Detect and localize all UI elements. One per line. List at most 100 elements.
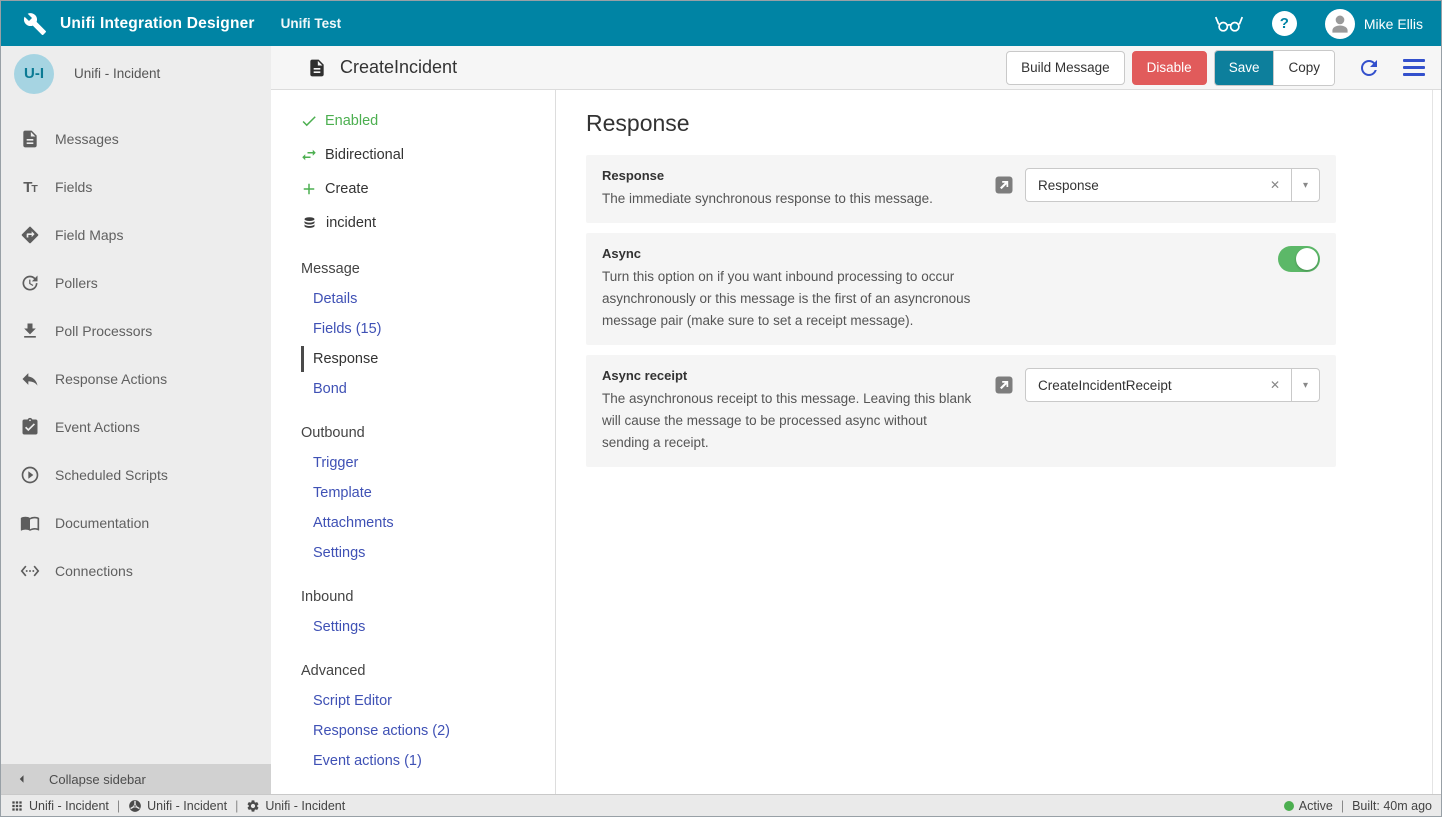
refresh-button[interactable] xyxy=(1357,56,1381,80)
save-button[interactable]: Save xyxy=(1215,51,1274,85)
wheel-icon xyxy=(128,799,142,813)
ethernet-icon xyxy=(20,561,40,581)
nav-link-trigger[interactable]: Trigger xyxy=(271,448,555,478)
glasses-icon[interactable] xyxy=(1214,15,1244,33)
page-title: Response xyxy=(586,110,1441,137)
nav-link-outbound-settings[interactable]: Settings xyxy=(271,538,555,568)
field-label: Response xyxy=(602,168,975,183)
sidebar-item-pollers[interactable]: Pollers xyxy=(1,259,271,307)
async-receipt-select[interactable]: CreateIncidentReceipt ✕ ▾ xyxy=(1025,368,1320,402)
async-toggle[interactable] xyxy=(1278,246,1320,272)
wrench-icon xyxy=(23,12,47,36)
status-enabled[interactable]: Enabled xyxy=(271,104,555,138)
field-label: Async receipt xyxy=(602,368,975,383)
panel-async-receipt: Async receipt The asynchronous receipt t… xyxy=(586,355,1336,467)
database-icon xyxy=(302,216,317,231)
sidebar-item-scheduled-scripts[interactable]: Scheduled Scripts xyxy=(1,451,271,499)
chevron-down-icon[interactable]: ▾ xyxy=(1291,369,1319,401)
workspace-tab-2[interactable]: Unifi - Incident xyxy=(128,799,227,813)
message-document-icon xyxy=(307,58,327,78)
toggle-knob xyxy=(1296,248,1318,270)
nav-section-inbound: Inbound xyxy=(271,582,555,612)
nav-link-event-actions[interactable]: Event actions (1) xyxy=(271,746,555,776)
status-create[interactable]: Create xyxy=(271,172,555,206)
clear-icon[interactable]: ✕ xyxy=(1259,178,1291,192)
workspace-tab-3[interactable]: Unifi - Incident xyxy=(246,799,345,813)
active-status-dot xyxy=(1284,801,1294,811)
message-toolbar: Build Message Disable Save Copy xyxy=(1006,50,1425,86)
nav-link-response-actions[interactable]: Response actions (2) xyxy=(271,716,555,746)
sidebar-item-connections[interactable]: Connections xyxy=(1,547,271,595)
sidebar-nav: Messages TT Fields Field Maps Pollers Po… xyxy=(1,115,271,595)
update-clock-icon xyxy=(20,273,40,293)
nav-section-message: Message xyxy=(271,254,555,284)
chevron-down-icon[interactable]: ▾ xyxy=(1291,169,1319,201)
avatar xyxy=(1325,9,1355,39)
refresh-icon xyxy=(1357,56,1381,80)
sidebar-item-response-actions[interactable]: Response Actions xyxy=(1,355,271,403)
panel-async: Async Turn this option on if you want in… xyxy=(586,233,1336,345)
user-name: Mike Ellis xyxy=(1364,16,1423,32)
build-message-button[interactable]: Build Message xyxy=(1006,51,1125,85)
field-description: The immediate synchronous response to th… xyxy=(602,188,975,210)
directions-icon xyxy=(20,225,40,245)
sidebar-item-fields[interactable]: TT Fields xyxy=(1,163,271,211)
plus-icon xyxy=(300,180,318,198)
play-circle-icon xyxy=(20,465,40,485)
sidebar-item-messages[interactable]: Messages xyxy=(1,115,271,163)
nav-link-response[interactable]: Response xyxy=(301,346,555,372)
open-record-icon[interactable] xyxy=(995,376,1013,394)
nav-link-script-editor[interactable]: Script Editor xyxy=(271,686,555,716)
nav-link-fields[interactable]: Fields (15) xyxy=(271,314,555,344)
nav-link-inbound-settings[interactable]: Settings xyxy=(271,612,555,642)
clipboard-check-icon xyxy=(20,417,40,437)
field-description: Turn this option on if you want inbound … xyxy=(602,266,1007,332)
document-icon xyxy=(20,129,40,149)
swap-arrows-icon xyxy=(300,146,318,164)
help-icon[interactable]: ? xyxy=(1272,11,1297,36)
check-icon xyxy=(300,112,318,130)
main-content: Response Response The immediate synchron… xyxy=(556,90,1441,794)
field-label: Async xyxy=(602,246,1258,261)
user-menu[interactable]: Mike Ellis xyxy=(1325,9,1423,39)
app-sidebar: U-I Unifi - Incident Messages TT Fields … xyxy=(1,46,271,794)
active-status-label: Active xyxy=(1299,799,1333,813)
sidebar-item-field-maps[interactable]: Field Maps xyxy=(1,211,271,259)
sidebar-item-poll-processors[interactable]: Poll Processors xyxy=(1,307,271,355)
message-nav: Enabled Bidirectional Create incident Me… xyxy=(271,90,556,794)
app-name: Unifi - Incident xyxy=(74,66,160,81)
sidebar-item-documentation[interactable]: Documentation xyxy=(1,499,271,547)
collapse-sidebar-button[interactable]: Collapse sidebar xyxy=(1,764,271,794)
download-icon xyxy=(20,321,40,341)
sidebar-app-header[interactable]: U-I Unifi - Incident xyxy=(1,46,271,101)
environment-name[interactable]: Unifi Test xyxy=(281,16,342,31)
nav-link-bond[interactable]: Bond xyxy=(271,374,555,404)
response-select[interactable]: Response ✕ ▾ xyxy=(1025,168,1320,202)
grid-icon xyxy=(10,799,24,813)
status-bar: Unifi - Incident | Unifi - Incident | Un… xyxy=(1,794,1441,816)
sidebar-item-event-actions[interactable]: Event Actions xyxy=(1,403,271,451)
copy-button[interactable]: Copy xyxy=(1273,51,1334,85)
nav-section-advanced: Advanced xyxy=(271,656,555,686)
message-title: CreateIncident xyxy=(340,57,457,78)
scrollbar-track[interactable] xyxy=(1432,90,1441,794)
status-table[interactable]: incident xyxy=(271,206,555,240)
nav-link-details[interactable]: Details xyxy=(271,284,555,314)
workspace-tab-1[interactable]: Unifi - Incident xyxy=(10,799,109,813)
disable-button[interactable]: Disable xyxy=(1132,51,1207,85)
nav-section-outbound: Outbound xyxy=(271,418,555,448)
nav-link-attachments[interactable]: Attachments xyxy=(271,508,555,538)
status-bidirectional[interactable]: Bidirectional xyxy=(271,138,555,172)
app-avatar: U-I xyxy=(14,54,54,94)
panel-response: Response The immediate synchronous respo… xyxy=(586,155,1336,223)
menu-button[interactable] xyxy=(1403,59,1425,76)
arrow-left-icon xyxy=(13,770,31,788)
field-description: The asynchronous receipt to this message… xyxy=(602,388,975,454)
built-timestamp: Built: 40m ago xyxy=(1352,799,1432,813)
reply-icon xyxy=(20,369,40,389)
book-icon xyxy=(20,513,40,533)
open-record-icon[interactable] xyxy=(995,176,1013,194)
clear-icon[interactable]: ✕ xyxy=(1259,378,1291,392)
message-header: CreateIncident Build Message Disable Sav… xyxy=(271,46,1441,90)
nav-link-template[interactable]: Template xyxy=(271,478,555,508)
